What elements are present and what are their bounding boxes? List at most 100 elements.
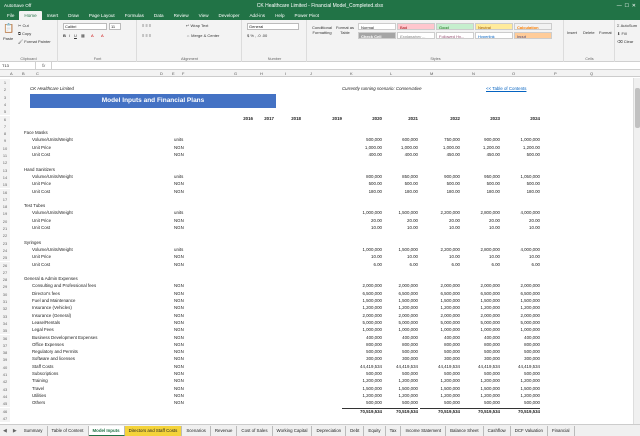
format-painter-button[interactable]: 🖌 Format Painter: [18, 39, 51, 44]
data-value[interactable]: 500.00: [460, 181, 500, 186]
row-number[interactable]: 34: [0, 319, 10, 328]
row-number[interactable]: 39: [0, 356, 10, 364]
data-value[interactable]: 1,200,000: [460, 378, 500, 383]
row-number[interactable]: 30: [0, 290, 10, 298]
column-header-d[interactable]: D: [160, 71, 163, 76]
data-value[interactable]: 800,000: [342, 342, 382, 347]
sheet-tab-balance-sheet[interactable]: Balance Sheet: [446, 425, 484, 436]
data-value[interactable]: 400,000: [500, 335, 540, 340]
data-value[interactable]: 4,000,000: [500, 210, 540, 215]
scroll-thumb[interactable]: [635, 88, 640, 128]
data-value[interactable]: 1,200,000: [342, 393, 382, 398]
data-value[interactable]: 950,000: [460, 174, 500, 179]
data-value[interactable]: 1,200.00: [460, 145, 500, 150]
column-header-m[interactable]: M: [430, 71, 433, 76]
ribbon-tab-insert[interactable]: Insert: [42, 11, 64, 20]
data-value[interactable]: 500,000: [460, 371, 500, 376]
column-header-p[interactable]: P: [554, 71, 557, 76]
data-value[interactable]: 10.00: [460, 254, 500, 259]
column-header-n[interactable]: N: [472, 71, 475, 76]
data-value[interactable]: 6.00: [460, 262, 500, 267]
row-number[interactable]: 25: [0, 254, 10, 262]
data-value[interactable]: 4,000,000: [500, 247, 540, 252]
total-value[interactable]: 70,519,534: [420, 407, 460, 414]
data-value[interactable]: 10.00: [500, 254, 540, 259]
worksheet-grid[interactable]: 1 2 3 4 5 6 CK Healthcare Limited Currently run…: [0, 78, 640, 424]
data-value[interactable]: 180.00: [342, 189, 382, 194]
data-value[interactable]: 1,200,000: [378, 378, 418, 383]
data-value[interactable]: 44,419,534: [460, 364, 500, 369]
data-value[interactable]: 800,000: [500, 342, 540, 347]
column-header-a[interactable]: A: [10, 71, 13, 76]
row-number[interactable]: 10: [0, 144, 10, 152]
data-value[interactable]: 2,000,000: [378, 313, 418, 318]
sheet-tab-financial[interactable]: Financial: [548, 425, 575, 436]
ribbon-tab-developer[interactable]: Developer: [214, 11, 245, 20]
data-value[interactable]: 500.00: [342, 181, 382, 186]
ribbon-tab-review[interactable]: Review: [169, 11, 194, 20]
data-value[interactable]: 800,000: [342, 174, 382, 179]
data-value[interactable]: 10.00: [420, 254, 460, 259]
row-number[interactable]: 24: [0, 246, 10, 255]
data-value[interactable]: 1,000,000: [420, 327, 460, 332]
data-value[interactable]: 1,000,000: [342, 210, 382, 215]
data-value[interactable]: 2,800,000: [460, 247, 500, 252]
data-value[interactable]: 44,419,534: [378, 364, 418, 369]
row-number[interactable]: 22: [0, 232, 10, 240]
data-value[interactable]: 1,500,000: [378, 386, 418, 391]
row-number[interactable]: 2: [0, 86, 10, 94]
copy-button[interactable]: ⧉ Copy: [18, 31, 31, 36]
data-value[interactable]: 1,200,000: [460, 393, 500, 398]
data-value[interactable]: 300,000: [420, 356, 460, 361]
sheet-tab-debt[interactable]: Debt: [346, 425, 365, 436]
data-value[interactable]: 2,000,000: [500, 283, 540, 288]
data-value[interactable]: 2,800,000: [460, 210, 500, 215]
sheet-tab-equity[interactable]: Equity: [364, 425, 386, 436]
sheet-tab-depreciation[interactable]: Depreciation: [312, 425, 347, 436]
bold-button[interactable]: B: [63, 33, 66, 38]
data-value[interactable]: 1,500,000: [460, 386, 500, 391]
ribbon-tab-formulas[interactable]: Formulas: [120, 11, 149, 20]
data-value[interactable]: 300,000: [342, 356, 382, 361]
data-value[interactable]: 400.00: [342, 152, 382, 157]
data-value[interactable]: 5,000,000: [420, 320, 460, 325]
data-value[interactable]: 1,200,000: [342, 305, 382, 310]
data-value[interactable]: 300,000: [500, 356, 540, 361]
row-number[interactable]: 35: [0, 327, 10, 335]
data-value[interactable]: 500,000: [342, 371, 382, 376]
row-number[interactable]: 8: [0, 130, 10, 138]
data-value[interactable]: 5,000,000: [342, 320, 382, 325]
data-value[interactable]: 500,000: [420, 371, 460, 376]
data-value[interactable]: 450.00: [460, 152, 500, 157]
vertical-scrollbar[interactable]: [633, 78, 640, 424]
row-number[interactable]: 4: [0, 100, 10, 109]
toc-link[interactable]: << Table of Contents: [486, 86, 526, 91]
data-value[interactable]: 6,500,000: [420, 291, 460, 296]
data-value[interactable]: 1,200,000: [378, 393, 418, 398]
data-value[interactable]: 6,500,000: [460, 291, 500, 296]
delete-cells-button[interactable]: Delete: [583, 30, 595, 35]
ribbon-tab-draw[interactable]: Draw: [63, 11, 84, 20]
data-value[interactable]: 500,000: [378, 349, 418, 354]
data-value[interactable]: 10.00: [378, 254, 418, 259]
data-value[interactable]: 850,000: [378, 174, 418, 179]
column-header-j[interactable]: J: [310, 71, 312, 76]
data-value[interactable]: 1,000,000: [460, 327, 500, 332]
conditional-formatting-button[interactable]: Conditional Formatting: [310, 25, 334, 35]
row-number[interactable]: 46: [0, 407, 10, 415]
data-value[interactable]: 400,000: [378, 335, 418, 340]
format-cells-button[interactable]: Format: [599, 30, 612, 35]
row-number[interactable]: 18: [0, 203, 10, 211]
data-value[interactable]: 1,500,000: [500, 386, 540, 391]
data-value[interactable]: 5,000,000: [460, 320, 500, 325]
data-value[interactable]: 20.00: [420, 218, 460, 223]
data-value[interactable]: 1,200,000: [420, 393, 460, 398]
data-value[interactable]: 10.00: [342, 225, 382, 230]
data-value[interactable]: 20.00: [500, 218, 540, 223]
row-number[interactable]: 17: [0, 195, 10, 204]
data-value[interactable]: 500,000: [500, 400, 540, 405]
data-value[interactable]: 1,200,000: [420, 378, 460, 383]
align-left-icon[interactable]: ≡ ≡ ≡: [142, 33, 151, 38]
fx-icon[interactable]: fx: [36, 63, 51, 68]
data-value[interactable]: 300,000: [460, 356, 500, 361]
